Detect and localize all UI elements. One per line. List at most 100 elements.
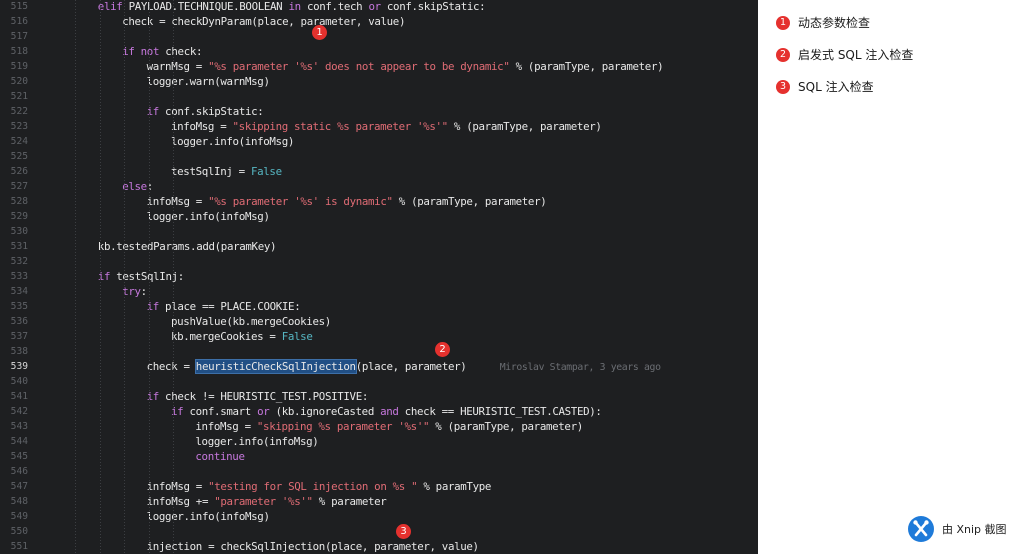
code-text: injection = checkSqlInjection(place, par… <box>147 539 479 554</box>
code-text: if place == PLACE.COOKIE: <box>147 299 301 314</box>
code-line[interactable]: 521 <box>0 89 758 104</box>
code-line[interactable]: 536 pushValue(kb.mergeCookies) <box>0 314 758 329</box>
code-editor[interactable]: 515 elif PAYLOAD.TECHNIQUE.BOOLEAN in con… <box>0 0 758 554</box>
xnip-watermark: 由 Xnip 截图 <box>908 516 1018 544</box>
code-text: infoMsg = "skipping %s parameter '%s'" %… <box>195 419 583 434</box>
code-token: logger.info(infoMsg) <box>195 435 319 448</box>
indent-guide <box>173 0 174 554</box>
code-line[interactable]: 546 <box>0 464 758 479</box>
code-token: "%s parameter '%s' does not appear to be… <box>208 60 510 73</box>
code-line[interactable]: 537 kb.mergeCookies = False <box>0 329 758 344</box>
code-line[interactable]: 529 logger.info(infoMsg) <box>0 209 758 224</box>
code-text: infoMsg = "%s parameter '%s' is dynamic"… <box>147 194 547 209</box>
code-text: if conf.skipStatic: <box>147 104 264 119</box>
code-line[interactable]: 545 continue <box>0 449 758 464</box>
legend-number-badge: 3 <box>776 80 790 94</box>
code-line[interactable]: 516 check = checkDynParam(place, paramete… <box>0 14 758 29</box>
code-token: % parameter <box>312 495 387 508</box>
code-token: conf.tech <box>306 0 369 13</box>
line-number: 533 <box>10 271 28 282</box>
line-number: 548 <box>10 496 28 507</box>
code-line[interactable]: 543 infoMsg = "skipping %s parameter '%s'… <box>0 419 758 434</box>
code-text: if testSqlInj: <box>98 269 184 284</box>
line-number: 542 <box>10 406 28 417</box>
code-token: injection = checkSqlInjection(place, par… <box>146 540 479 553</box>
code-token: else <box>122 180 147 193</box>
legend-item-label: SQL 注入检查 <box>798 80 874 94</box>
code-line[interactable]: 535 if place == PLACE.COOKIE: <box>0 299 758 314</box>
code-text: pushValue(kb.mergeCookies) <box>171 314 331 329</box>
code-token: infoMsg = <box>146 195 209 208</box>
line-number: 520 <box>10 76 28 87</box>
code-line[interactable]: 526 testSqlInj = False <box>0 164 758 179</box>
line-number: 535 <box>10 301 28 312</box>
code-token: % paramType <box>417 480 492 493</box>
code-token: or <box>368 0 387 13</box>
code-line[interactable]: 533 if testSqlInj: <box>0 269 758 284</box>
code-token: % (paramType, parameter) <box>509 60 664 73</box>
line-number: 521 <box>10 91 28 102</box>
code-line[interactable]: 547 infoMsg = "testing for SQL injection … <box>0 479 758 494</box>
code-token: % (paramType, parameter) <box>392 195 547 208</box>
code-token: check: <box>165 45 203 58</box>
line-number: 525 <box>10 151 28 162</box>
code-token: kb.mergeCookies = <box>171 330 282 343</box>
code-token: False <box>281 330 313 343</box>
code-text: logger.info(infoMsg) <box>147 209 270 224</box>
code-line[interactable]: 527 else: <box>0 179 758 194</box>
code-line[interactable]: 540 <box>0 374 758 389</box>
code-token: (place, parameter) <box>355 360 467 373</box>
line-number: 528 <box>10 196 28 207</box>
line-number: 539 <box>10 361 28 372</box>
code-line[interactable]: 519 warnMsg = "%s parameter '%s' does not… <box>0 59 758 74</box>
code-line[interactable]: 539 check = heuristicCheckSqlInjection(pl… <box>0 359 758 374</box>
code-line[interactable]: 524 logger.info(infoMsg) <box>0 134 758 149</box>
code-line[interactable]: 530 <box>0 224 758 239</box>
line-number: 517 <box>10 31 28 42</box>
code-line[interactable]: 538 <box>0 344 758 359</box>
code-line[interactable]: 525 <box>0 149 758 164</box>
watermark-text: 由 Xnip 截图 <box>942 523 1007 536</box>
line-number: 519 <box>10 61 28 72</box>
code-line[interactable]: 550 <box>0 524 758 539</box>
line-number: 524 <box>10 136 28 147</box>
code-token: infoMsg = <box>146 480 209 493</box>
code-line[interactable]: 528 infoMsg = "%s parameter '%s' is dynam… <box>0 194 758 209</box>
line-number: 516 <box>10 16 28 27</box>
code-line[interactable]: 548 infoMsg += "parameter '%s'" % paramet… <box>0 494 758 509</box>
line-number: 550 <box>10 526 28 537</box>
code-token: continue <box>195 450 245 463</box>
legend-number-badge: 1 <box>776 16 790 30</box>
code-token: infoMsg = <box>195 420 257 433</box>
code-line[interactable]: 532 <box>0 254 758 269</box>
code-token: if not <box>122 45 166 58</box>
line-number: 536 <box>10 316 28 327</box>
line-number: 540 <box>10 376 28 387</box>
code-text: infoMsg = "skipping static %s parameter … <box>171 119 602 134</box>
code-line[interactable]: 542 if conf.smart or (kb.ignoreCasted and… <box>0 404 758 419</box>
code-token: in <box>288 0 307 13</box>
line-number: 530 <box>10 226 28 237</box>
code-line[interactable]: 549 logger.info(infoMsg) <box>0 509 758 524</box>
code-line[interactable]: 551 injection = checkSqlInjection(place, … <box>0 539 758 554</box>
code-line[interactable]: 534 try: <box>0 284 758 299</box>
code-token: check != HEURISTIC_TEST.POSITIVE: <box>165 390 369 403</box>
code-line[interactable]: 517 <box>0 29 758 44</box>
code-line[interactable]: 544 logger.info(infoMsg) <box>0 434 758 449</box>
code-token: % (paramType, parameter) <box>429 420 583 433</box>
code-line[interactable]: 520 logger.warn(warnMsg) <box>0 74 758 89</box>
line-number: 526 <box>10 166 28 177</box>
line-number: 534 <box>10 286 28 297</box>
selected-token: heuristicCheckSqlInjection <box>194 359 357 374</box>
code-line[interactable]: 522 if conf.skipStatic: <box>0 104 758 119</box>
code-line[interactable]: 531 kb.testedParams.add(paramKey) <box>0 239 758 254</box>
code-line[interactable]: 523 infoMsg = "skipping static %s paramet… <box>0 119 758 134</box>
code-token: "skipping %s parameter '%s'" <box>256 420 430 433</box>
code-line[interactable]: 515 elif PAYLOAD.TECHNIQUE.BOOLEAN in con… <box>0 0 758 14</box>
code-line[interactable]: 518 if not check: <box>0 44 758 59</box>
line-number: 518 <box>10 46 28 57</box>
code-text: testSqlInj = False <box>171 164 282 179</box>
code-line[interactable]: 541 if check != HEURISTIC_TEST.POSITIVE: <box>0 389 758 404</box>
indent-guide <box>124 0 126 554</box>
code-text: check = heuristicCheckSqlInjection(place… <box>147 359 661 375</box>
